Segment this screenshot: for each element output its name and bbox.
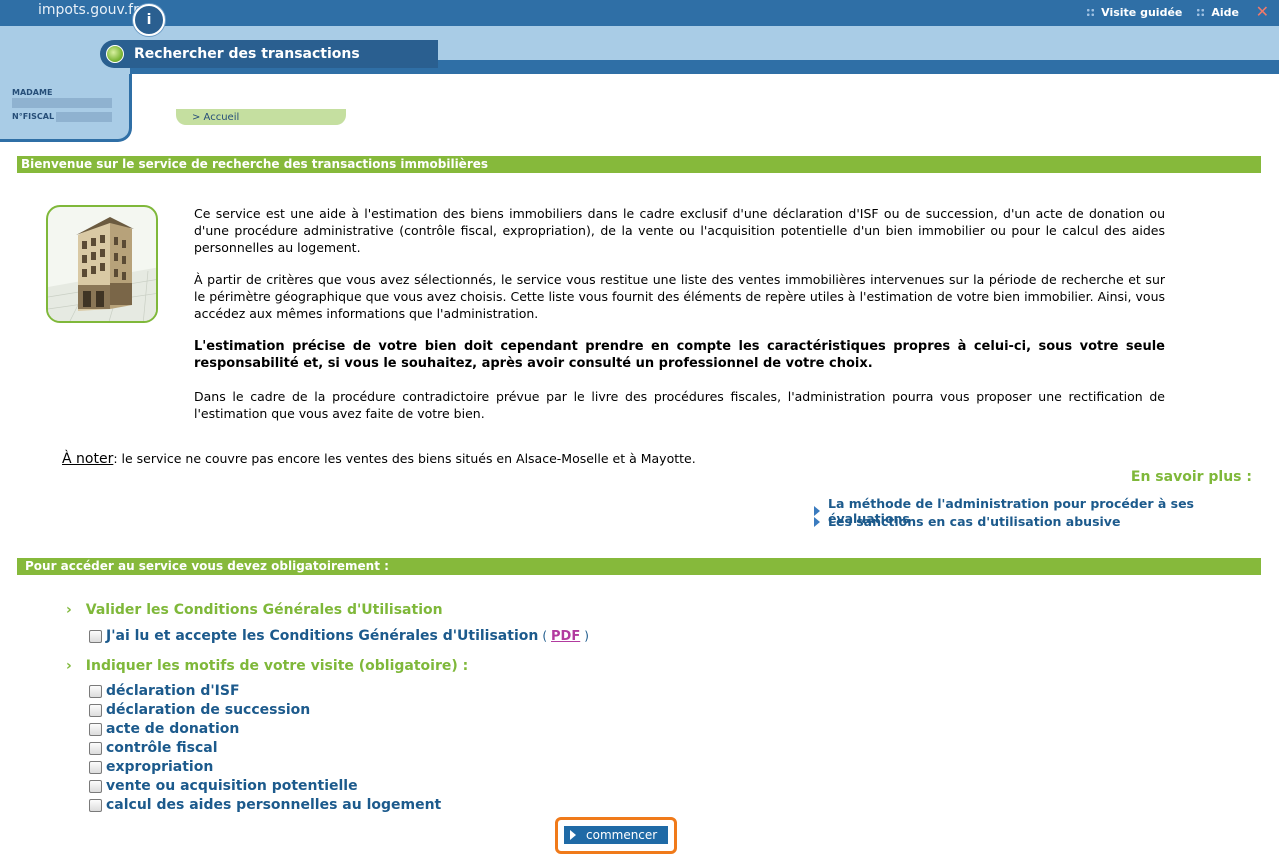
start-button-highlight: commencer [555, 817, 677, 854]
motive-expropriation-checkbox[interactable] [89, 760, 102, 774]
motive-isf-checkbox[interactable] [89, 684, 102, 698]
motive-row: vente ou acquisition potentielle [89, 777, 358, 795]
motive-expropriation-label[interactable]: expropriation [106, 759, 213, 775]
chevron-right-icon [814, 516, 820, 527]
note-label: À noter [62, 451, 114, 467]
motive-row: déclaration de succession [89, 701, 310, 719]
step-cgu-label: Valider les Conditions Générales d'Utili… [85, 602, 443, 618]
intro-paragraph-4: Dans le cadre de la procédure contradict… [194, 389, 1165, 421]
chevron-right-icon: › [66, 658, 72, 674]
motive-row: acte de donation [89, 720, 239, 738]
help-label: Aide [1211, 6, 1239, 19]
redacted-name [12, 98, 112, 108]
motive-sale-purchase-label[interactable]: vente ou acquisition potentielle [106, 778, 358, 794]
intro-paragraph-1: Ce service est une aide à l'estimation d… [194, 206, 1165, 255]
cgu-checkbox[interactable] [89, 629, 102, 643]
motive-succession-label[interactable]: déclaration de succession [106, 702, 310, 718]
motive-row: expropriation [89, 758, 213, 776]
motive-sale-purchase-checkbox[interactable] [89, 779, 102, 793]
content-top [138, 74, 1279, 114]
step-cgu: › Valider les Conditions Générales d'Uti… [66, 602, 443, 618]
civility-label: MADAME [12, 88, 53, 97]
intro-paragraph-2: À partir de critères que vous avez sélec… [194, 272, 1165, 321]
fiscal-label: N°FISCAL : [12, 112, 61, 121]
pdf-paren-close: ) [584, 629, 589, 643]
top-links: Visite guidée Aide [1086, 6, 1239, 19]
step-motives-label: Indiquer les motifs de votre visite (obl… [85, 658, 469, 674]
cgu-pdf-link[interactable]: PDF [551, 629, 580, 644]
chevron-right-icon [570, 830, 576, 840]
motive-housing-aid-checkbox[interactable] [89, 798, 102, 812]
coverage-note: À noter: le service ne couvre pas encore… [62, 451, 696, 467]
building-illustration [46, 205, 158, 323]
redacted-fiscal-number [56, 112, 112, 122]
sanctions-link-label: Les sanctions en cas d'utilisation abusi… [828, 514, 1121, 529]
pdf-paren-open: ( [542, 629, 548, 643]
motive-tax-audit-label[interactable]: contrôle fiscal [106, 740, 218, 756]
motive-row: déclaration d'ISF [89, 682, 240, 700]
motive-row: contrôle fiscal [89, 739, 218, 757]
cgu-label[interactable]: J'ai lu et accepte les Conditions Généra… [106, 628, 538, 644]
building-icon [48, 217, 156, 321]
motive-donation-checkbox[interactable] [89, 722, 102, 736]
motive-housing-aid-label[interactable]: calcul des aides personnelles au logemen… [106, 797, 441, 813]
motive-succession-checkbox[interactable] [89, 703, 102, 717]
cgu-row: J'ai lu et accepte les Conditions Généra… [89, 627, 589, 645]
learn-more-title: En savoir plus : [1130, 469, 1252, 485]
motive-donation-label[interactable]: acte de donation [106, 721, 239, 737]
top-bar: impots.gouv.fr Visite guidée Aide ✕ [0, 0, 1279, 26]
motive-isf-label[interactable]: déclaration d'ISF [106, 683, 240, 699]
motive-tax-audit-checkbox[interactable] [89, 741, 102, 755]
dots-icon [1196, 8, 1206, 17]
help-link[interactable]: Aide [1196, 6, 1239, 19]
guided-tour-link[interactable]: Visite guidée [1086, 6, 1182, 19]
close-icon[interactable]: ✕ [1256, 2, 1269, 21]
breadcrumb: > Accueil [176, 109, 346, 125]
start-button-label: commencer [586, 828, 658, 842]
dots-icon [1086, 8, 1096, 17]
breadcrumb-home-link[interactable]: > Accueil [192, 112, 239, 123]
green-ball-icon [106, 45, 124, 63]
step-motives: › Indiquer les motifs de votre visite (o… [66, 658, 468, 674]
guided-tour-label: Visite guidée [1101, 6, 1183, 19]
service-title-tab: Rechercher des transactions immobilières [100, 40, 438, 90]
note-text: : le service ne couvre pas encore les ve… [113, 451, 696, 466]
user-panel: MADAME N°FISCAL : [0, 74, 132, 142]
motive-row: calcul des aides personnelles au logemen… [89, 796, 441, 814]
start-button[interactable]: commencer [564, 826, 668, 844]
impots-logo-icon[interactable]: i [133, 4, 165, 36]
access-section-title: Pour accéder au service vous devez oblig… [17, 558, 1261, 575]
sanctions-link[interactable]: Les sanctions en cas d'utilisation abusi… [814, 514, 1120, 529]
brand-name[interactable]: impots.gouv.fr [38, 2, 139, 18]
intro-paragraph-3: L'estimation précise de votre bien doit … [194, 339, 1165, 371]
chevron-right-icon: › [66, 602, 72, 618]
welcome-section-title: Bienvenue sur le service de recherche de… [17, 156, 1261, 173]
